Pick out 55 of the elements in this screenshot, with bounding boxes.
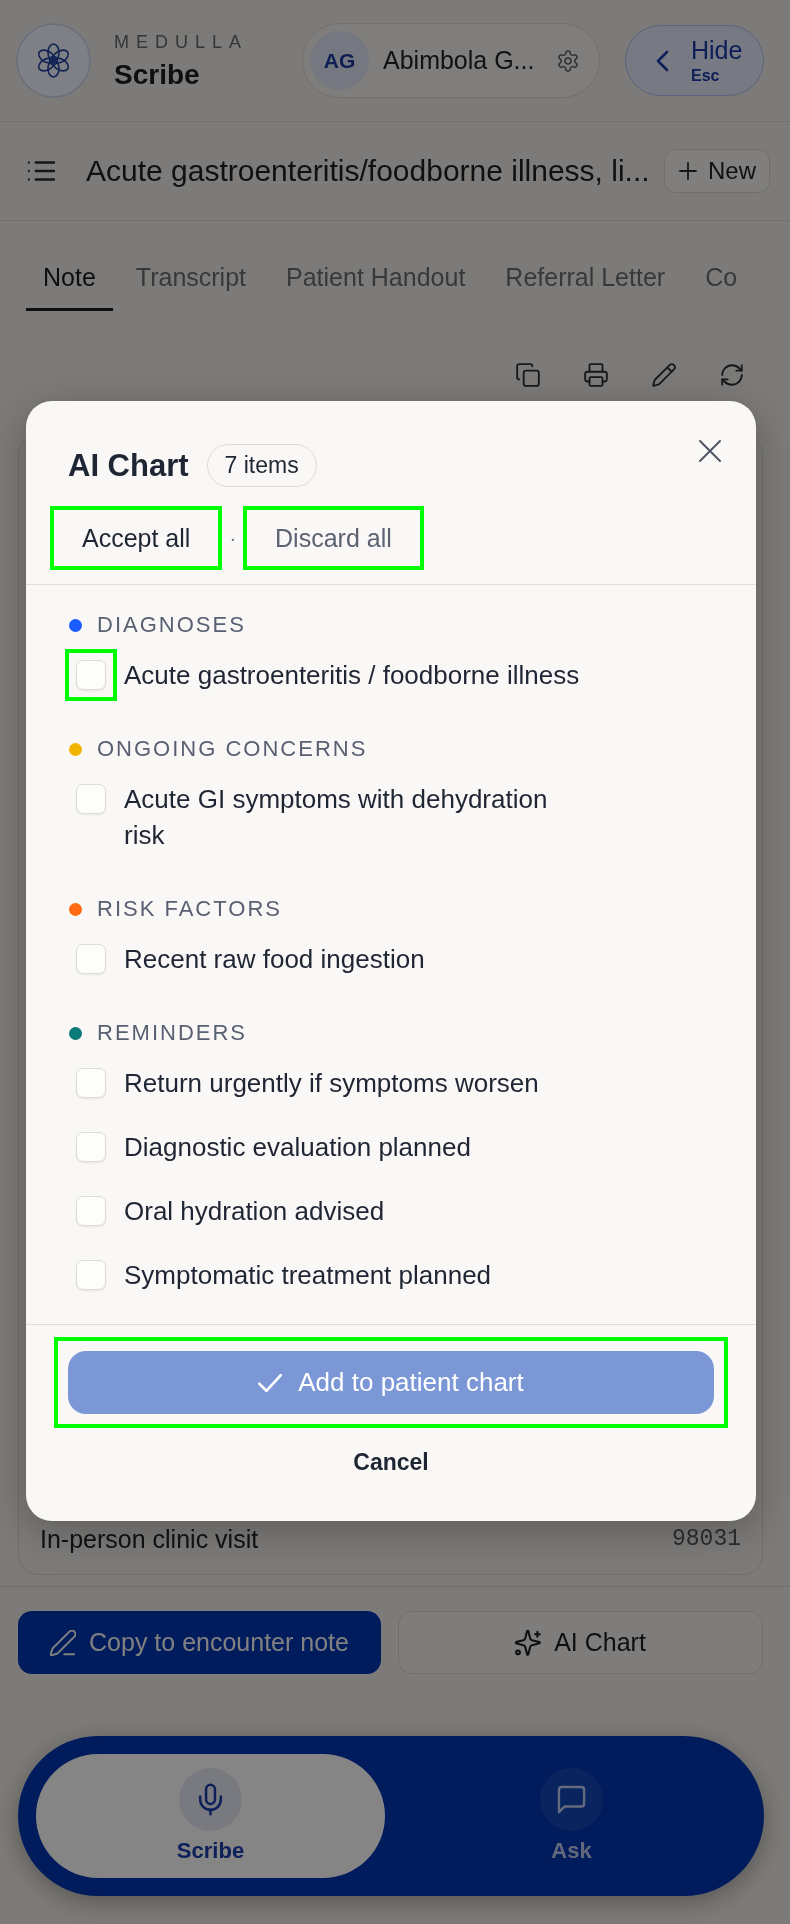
tab[interactable]: Patient Handout — [269, 247, 483, 311]
pencil-icon — [50, 1629, 77, 1656]
close-icon[interactable] — [697, 438, 723, 464]
bullet-separator: · — [229, 526, 237, 550]
checkbox-label: Acute GI symptoms with dehydration risk — [124, 783, 549, 852]
pencil-icon[interactable] — [651, 362, 677, 388]
product-name: Scribe — [114, 57, 201, 92]
section-heading: REMINDERS — [97, 1021, 247, 1045]
section-heading: ONGOING CONCERNS — [97, 737, 368, 761]
checkbox[interactable] — [76, 944, 106, 974]
checkbox-label: Symptomatic treatment planned — [124, 1259, 492, 1292]
checkbox-label: Diagnostic evaluation planned — [124, 1131, 471, 1164]
nav-tab[interactable]: Scribe — [36, 1754, 385, 1878]
cancel-button[interactable]: Cancel — [333, 1438, 449, 1486]
brand-name: MEDULLA — [114, 30, 249, 54]
discard-all-button[interactable]: Discard all — [243, 506, 424, 570]
checkbox[interactable] — [76, 1132, 106, 1162]
copy-to-note-button[interactable]: Copy to encounter note — [18, 1611, 381, 1674]
tab[interactable]: Transcript — [118, 247, 264, 311]
visit-type: In-person clinic visit — [40, 1525, 259, 1553]
checkbox-label: Return urgently if symptoms worsen — [124, 1067, 539, 1100]
visit-code: 98031 — [672, 1525, 741, 1553]
dialog-title: AI Chart — [68, 447, 189, 484]
sparkle-icon — [515, 1629, 542, 1656]
accept-all-button[interactable]: Accept all — [50, 506, 223, 570]
new-button[interactable]: New — [664, 149, 770, 193]
ai-chart-button[interactable]: AI Chart — [398, 1611, 763, 1674]
microphone-icon — [179, 1768, 242, 1831]
chevron-left-icon — [656, 49, 669, 72]
plus-icon — [678, 161, 698, 181]
user-avatar: AG — [310, 31, 369, 90]
checkbox[interactable] — [76, 1196, 106, 1226]
menu-icon[interactable] — [28, 161, 55, 181]
section-heading: RISK FACTORS — [97, 897, 282, 921]
tab[interactable]: Co — [688, 247, 755, 311]
checkbox[interactable] — [76, 1260, 106, 1290]
tab[interactable]: Note — [26, 247, 113, 311]
checkbox[interactable] — [76, 784, 106, 814]
copy-icon[interactable] — [515, 362, 541, 388]
note-title: Acute gastroenteritis/foodborne illness, li... — [86, 154, 650, 188]
tab[interactable]: Referral Letter — [488, 247, 683, 311]
checkbox-label: Recent raw food ingestion — [124, 943, 425, 976]
print-icon[interactable] — [583, 362, 609, 388]
user-menu-button[interactable]: AG Abimbola G... — [302, 23, 600, 98]
hide-button[interactable]: Hide Esc — [625, 25, 764, 96]
checkbox[interactable] — [76, 1068, 106, 1098]
checkbox-label: Oral hydration advised — [124, 1195, 385, 1228]
checkbox[interactable] — [76, 660, 106, 690]
settings-icon[interactable] — [556, 48, 580, 73]
checkbox-label: Acute gastroenteritis / foodborne illness — [124, 659, 580, 692]
check-icon — [258, 1373, 283, 1392]
refresh-icon[interactable] — [719, 362, 745, 388]
flower-logo-icon — [16, 23, 91, 98]
section-heading: DIAGNOSES — [97, 613, 246, 637]
nav-tab[interactable]: Ask — [397, 1754, 746, 1878]
